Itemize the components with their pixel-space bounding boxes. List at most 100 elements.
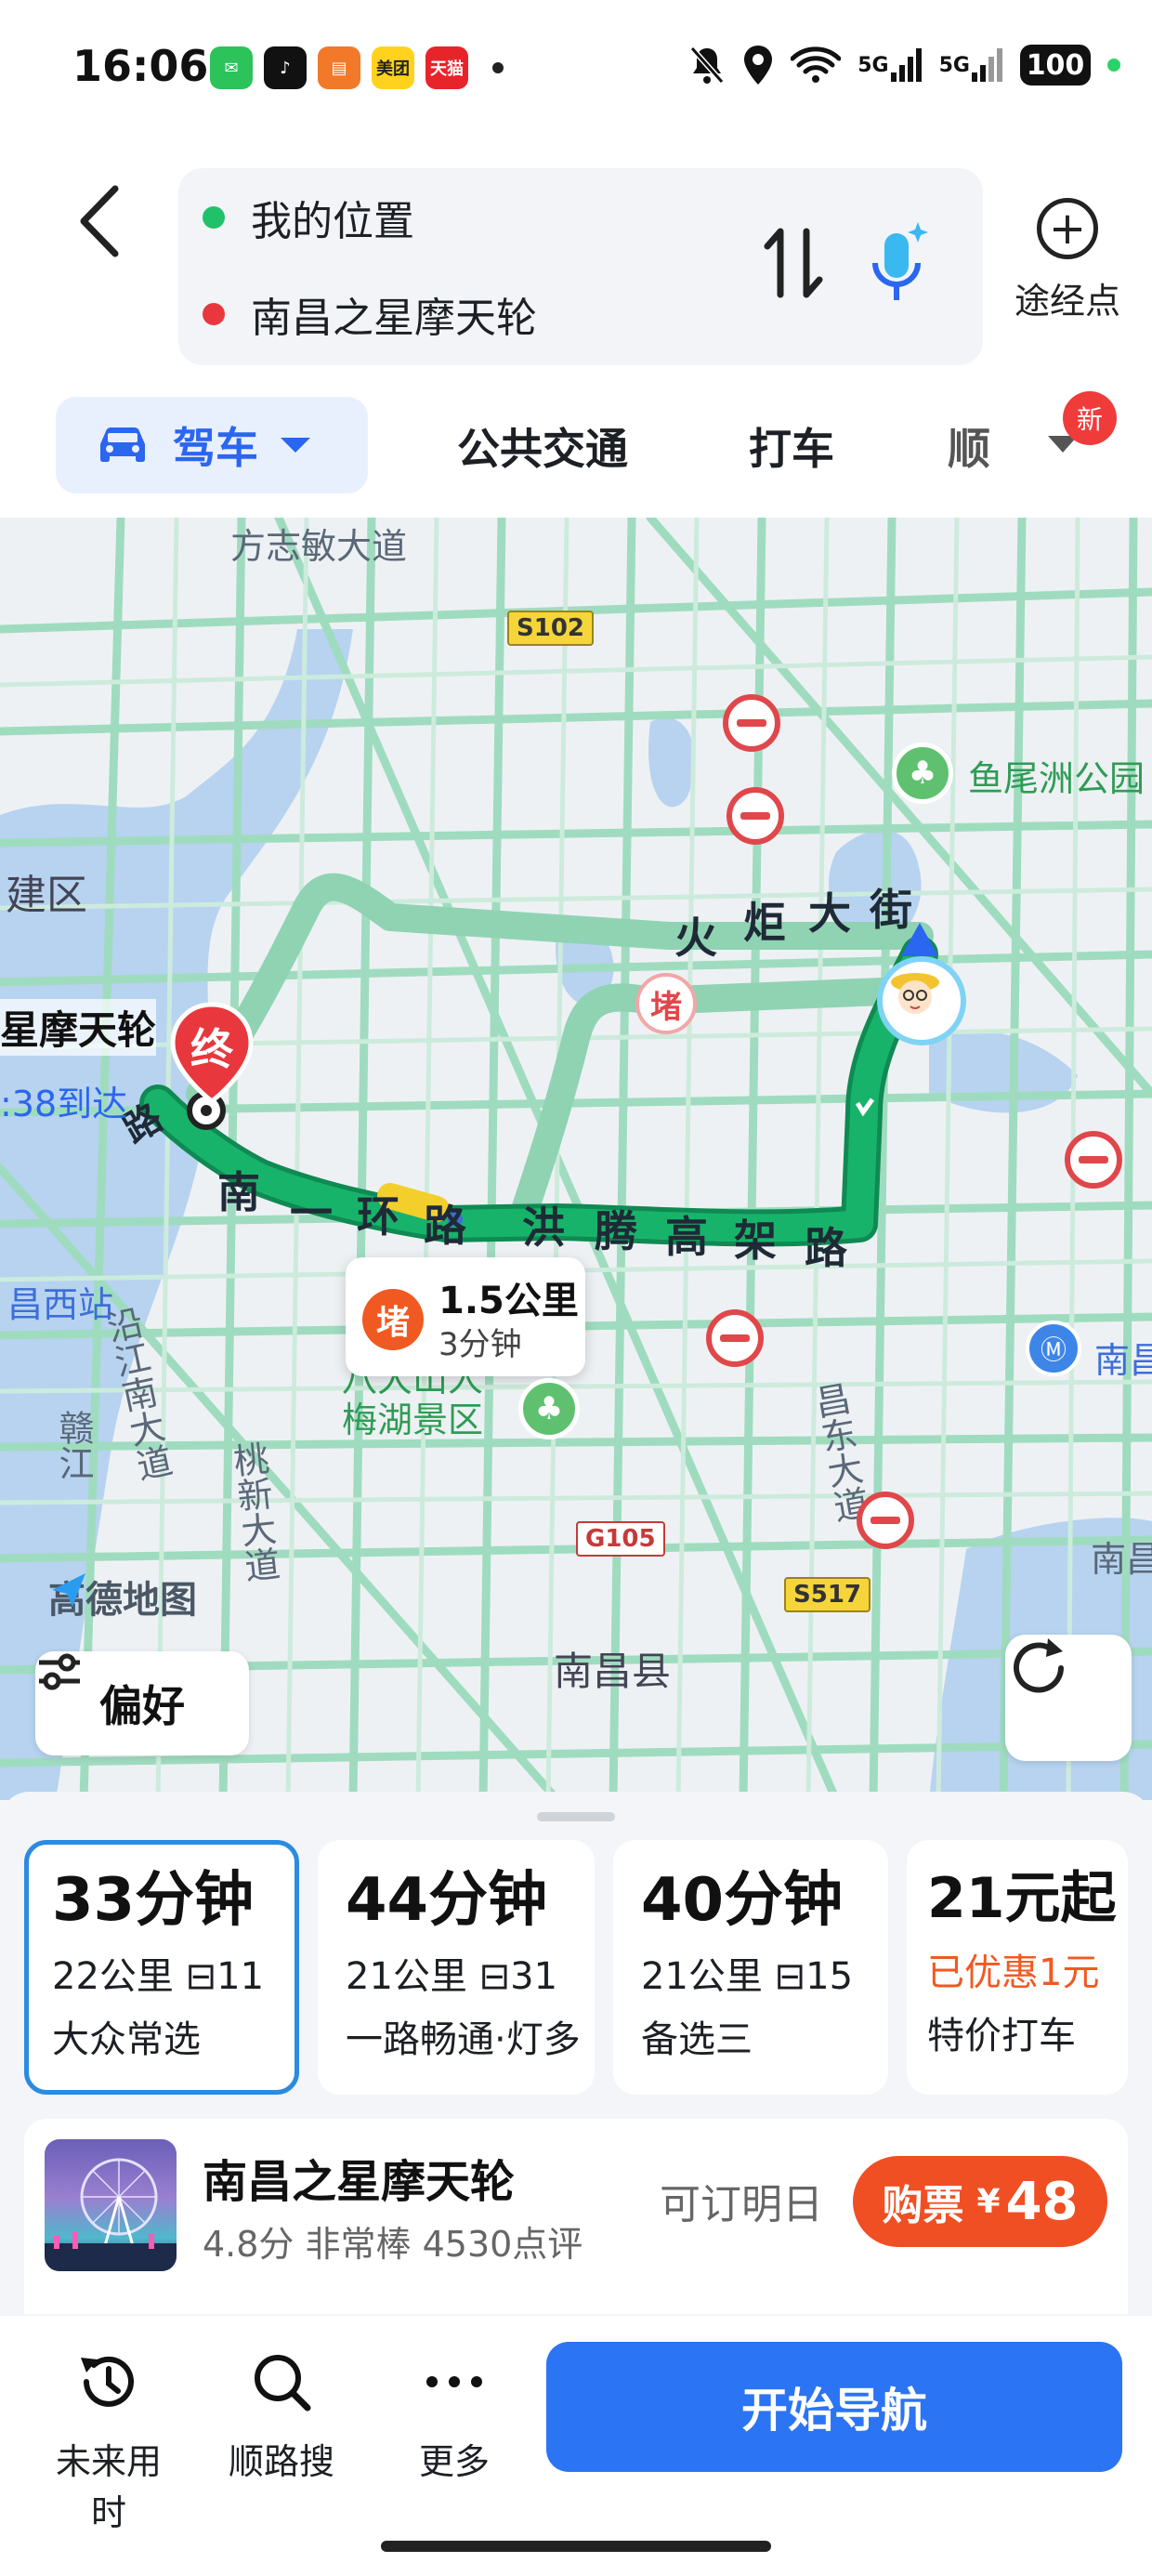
traffic-light-count: 11 — [216, 1955, 265, 1999]
home-indicator[interactable] — [381, 2541, 771, 2552]
origin-field[interactable]: 我的位置 — [203, 176, 414, 259]
no-entry-icon[interactable] — [706, 1309, 764, 1367]
no-entry-icon[interactable] — [727, 787, 784, 845]
along-route-label: 顺路搜 — [228, 2441, 334, 2482]
notification-icons: ✉ ♪ ▤ 美团 天猫 — [210, 46, 504, 89]
destination-pin-text: 终 — [190, 1024, 233, 1074]
route-option-2[interactable]: 44分钟 21公里 ⊟31 一路畅通·灯多 — [318, 1840, 595, 2095]
wechat-icon: ✉ — [210, 46, 253, 89]
battery-icon: 100 — [1020, 45, 1091, 85]
avatar-icon — [891, 973, 939, 1014]
back-button[interactable] — [67, 179, 132, 263]
destination-eta: :38到达 — [0, 1084, 128, 1124]
voice-mic-icon[interactable] — [866, 217, 931, 309]
wifi-icon — [791, 41, 842, 89]
location-icon — [742, 41, 774, 89]
meituan-icon: 美团 — [372, 46, 414, 89]
ticket-price: 48 — [1005, 2171, 1079, 2232]
river-label: 赣江 — [53, 1410, 94, 1480]
jam-icon: 堵 — [362, 1289, 424, 1350]
poi-thumbnail — [45, 2139, 177, 2271]
destination-label: 南昌之星摩天轮 — [251, 295, 537, 342]
taxi-discount: 已优惠1元 — [927, 1952, 1100, 1994]
traffic-light-icon: ⊟ — [774, 1955, 806, 1999]
no-entry-icon[interactable] — [857, 1492, 914, 1549]
refresh-button[interactable] — [1005, 1635, 1132, 1761]
street-char: 洪 — [522, 1203, 565, 1253]
park-icon[interactable]: ♣ — [518, 1378, 580, 1439]
jam-chip[interactable]: 堵 — [635, 973, 697, 1034]
destination-pin[interactable]: 终 — [167, 1001, 256, 1122]
place-label-east: 南昌 — [1091, 1539, 1152, 1580]
route-tag: 大众常选 — [52, 2018, 201, 2062]
route-distance: 21公里 ⊟31 — [346, 1955, 558, 1999]
signal-icon-2: 5G — [939, 41, 1003, 89]
waypoint-label: 途经点 — [1014, 281, 1120, 322]
no-entry-icon[interactable] — [723, 694, 780, 752]
tab-transit[interactable]: 公共交通 — [457, 415, 628, 477]
origin-label: 我的位置 — [251, 198, 414, 245]
status-bar: 16:06 ✉ ♪ ▤ 美团 天猫 5G 5G 100 — [0, 0, 1152, 135]
taxi-option[interactable]: 21元起 已优惠1元 特价打车 — [907, 1840, 1128, 2095]
new-badge: 新 — [1063, 391, 1117, 445]
route-time: 44分钟 — [346, 1866, 548, 1935]
lake-north — [648, 717, 695, 808]
my-location-avatar[interactable] — [877, 956, 966, 1045]
future-time-button[interactable]: 未来用时 — [39, 2344, 178, 2535]
swap-icon[interactable] — [764, 224, 823, 317]
route-distance: 21公里 ⊟15 — [641, 1955, 854, 1999]
network-type-1: 5G — [857, 53, 889, 77]
network-type-2: 5G — [938, 53, 970, 77]
street-char: 高 — [665, 1212, 708, 1262]
start-navigation-button[interactable]: 开始导航 — [546, 2342, 1122, 2472]
road-badge-s517: S517 — [784, 1577, 871, 1612]
more-dots-icon — [385, 2344, 524, 2420]
route-option-1[interactable]: 33分钟 22公里 ⊟11 大众常选 — [24, 1840, 299, 2095]
heading-arrow-icon — [901, 923, 938, 956]
destination-dot — [203, 303, 225, 325]
metro-icon[interactable]: Ⓜ — [1026, 1321, 1081, 1376]
buy-ticket-button[interactable]: 购票 ¥ 48 — [853, 2156, 1107, 2247]
future-time-label: 未来用时 — [55, 2441, 162, 2533]
destination-field[interactable]: 南昌之星摩天轮 — [203, 272, 537, 356]
street-char: 大 — [808, 888, 851, 939]
destination-poi-card[interactable]: 南昌之星摩天轮 4.8分 非常棒 4530点评 可订明日 购票 ¥ 48 — [24, 2119, 1128, 2314]
tab-taxi[interactable]: 打车 — [749, 415, 834, 477]
taxi-tag: 特价打车 — [927, 2015, 1076, 2057]
street-char: 南 — [217, 1167, 260, 1217]
sheet-handle[interactable] — [537, 1812, 615, 1821]
route-map[interactable]: 方志敏大道 建区 鱼尾洲公园 昌西站 南昌 南昌 八大山人 梅湖景区 南昌县 沿… — [0, 518, 1152, 1800]
park-icon[interactable]: ♣ — [892, 743, 953, 804]
tab-carpool[interactable]: 顺 — [948, 415, 990, 477]
traffic-light-icon: ⊟ — [478, 1955, 511, 1999]
preference-button[interactable]: 偏好 — [35, 1651, 249, 1755]
street-char: 路 — [424, 1201, 466, 1251]
route-time: 33分钟 — [52, 1866, 255, 1935]
route-input-box: 我的位置 南昌之星摩天轮 — [178, 168, 983, 365]
traffic-light-count: 15 — [805, 1955, 854, 1999]
tmall-icon: 天猫 — [425, 46, 468, 89]
route-option-3[interactable]: 40分钟 21公里 ⊟15 备选三 — [613, 1840, 888, 2095]
no-entry-icon[interactable] — [1065, 1131, 1122, 1189]
poi-booking-note: 可订明日 — [660, 2181, 823, 2228]
destination-map-label: 星摩天轮 — [0, 999, 157, 1056]
poi-name: 南昌之星摩天轮 — [203, 2156, 516, 2208]
more-button[interactable]: 更多 — [385, 2344, 524, 2484]
jam-info-card[interactable]: 堵 1.5公里 3分钟 — [346, 1257, 585, 1376]
sliders-icon — [39, 1653, 80, 1690]
search-icon — [212, 2344, 351, 2420]
ferris-wheel-image — [45, 2158, 177, 2271]
taxi-price: 21元起 — [927, 1866, 1117, 1931]
jam-time: 3分钟 — [439, 1326, 522, 1363]
county-label: 南昌县 — [554, 1649, 672, 1694]
traffic-light-count: 31 — [510, 1955, 558, 1999]
street-char: 炬 — [743, 898, 786, 948]
origin-dot — [203, 206, 225, 229]
add-waypoint-button[interactable]: + 途经点 — [1007, 198, 1128, 323]
jam-distance: 1.5公里 — [439, 1280, 579, 1322]
along-route-search-button[interactable]: 顺路搜 — [212, 2344, 351, 2484]
back-arrow-icon — [80, 185, 119, 257]
tab-drive[interactable]: 驾车 — [56, 397, 368, 493]
clock: 16:06 — [72, 41, 209, 91]
street-char: 架 — [734, 1216, 777, 1266]
